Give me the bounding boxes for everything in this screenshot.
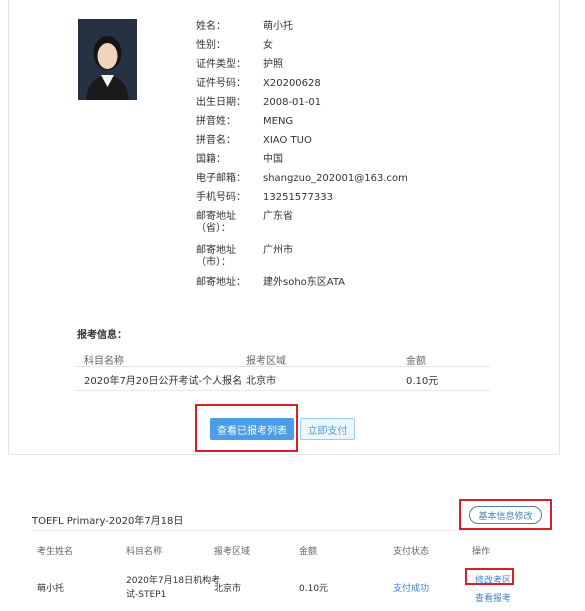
- info-value: 广州市: [263, 245, 293, 256]
- info-value: 女: [263, 40, 273, 51]
- cell-region: 北京市: [214, 584, 242, 594]
- cell-subject-line1: 2020年7月18日机构考: [126, 576, 221, 586]
- pay-now-button[interactable]: 立即支付: [300, 418, 355, 440]
- cell-subject-line2: 试-STEP1: [126, 590, 167, 600]
- profile-photo: [78, 19, 137, 100]
- info-label: 电子邮箱：: [196, 173, 246, 184]
- info-label: 证件类型：: [196, 59, 246, 70]
- info-label: 出生日期：: [196, 97, 246, 108]
- info-label: 性别：: [196, 40, 226, 51]
- header-status: 支付状态: [393, 547, 430, 557]
- header-region: 报考区域: [214, 547, 251, 557]
- cell-amount: 0.10元: [299, 584, 329, 594]
- info-value: 中国: [263, 154, 283, 165]
- cell-name: 萌小托: [37, 584, 65, 594]
- info-label: 邮寄地址 （省）：: [196, 211, 236, 234]
- view-registration-list-button[interactable]: 查看已报考列表: [210, 418, 294, 440]
- view-registration-link[interactable]: 查看报考: [475, 591, 511, 604]
- cell-status: 支付成功: [393, 584, 430, 594]
- info-label: 姓名：: [196, 21, 226, 32]
- info-value: shangzuo_202001@163.com: [263, 173, 408, 184]
- cell-subject: 2020年7月20日公开考试-个人报名: [84, 376, 243, 387]
- info-label: 证件号码：: [196, 78, 246, 89]
- info-label: 邮寄地址 （市）：: [196, 245, 236, 268]
- edit-basic-info-button[interactable]: 基本信息修改: [469, 506, 542, 524]
- header-subject: 科目名称: [84, 356, 124, 367]
- info-value: MENG: [263, 116, 294, 127]
- table-row: 2020年7月20日公开考试-个人报名 北京市 0.10元: [76, 368, 490, 391]
- info-value: 广东省: [263, 211, 293, 222]
- info-value: 萌小托: [263, 21, 293, 32]
- header-action: 操作: [472, 547, 491, 557]
- info-value: X20200628: [263, 78, 321, 89]
- header-region: 报考区域: [246, 356, 286, 367]
- info-label: 国籍：: [196, 154, 226, 165]
- info-label: 拼音姓：: [196, 116, 236, 127]
- header-subject: 科目名称: [126, 547, 163, 557]
- person-photo-icon: [78, 19, 137, 100]
- divider: [32, 530, 542, 531]
- info-value: XIAO TUO: [263, 135, 312, 146]
- info-value: 2008-01-01: [263, 97, 322, 108]
- cell-amount: 0.10元: [406, 376, 439, 387]
- header-amount: 金额: [299, 547, 318, 557]
- info-value: 建外soho东区ATA: [263, 277, 346, 288]
- cell-region: 北京市: [246, 376, 276, 387]
- header-amount: 金额: [406, 356, 426, 367]
- edit-exam-area-link[interactable]: 修改考区: [475, 573, 511, 586]
- exam-card-title: TOEFL Primary-2020年7月18日: [32, 516, 184, 527]
- header-name: 考生姓名: [37, 547, 74, 557]
- info-label: 手机号码：: [196, 192, 246, 203]
- info-label: 拼音名：: [196, 135, 236, 146]
- registration-title: 报考信息：: [77, 330, 127, 341]
- info-label: 邮寄地址：: [196, 277, 246, 288]
- info-value: 13251577333: [263, 192, 333, 203]
- registration-table-header: 科目名称 报考区域 金额: [76, 348, 490, 367]
- info-value: 护照: [263, 59, 283, 70]
